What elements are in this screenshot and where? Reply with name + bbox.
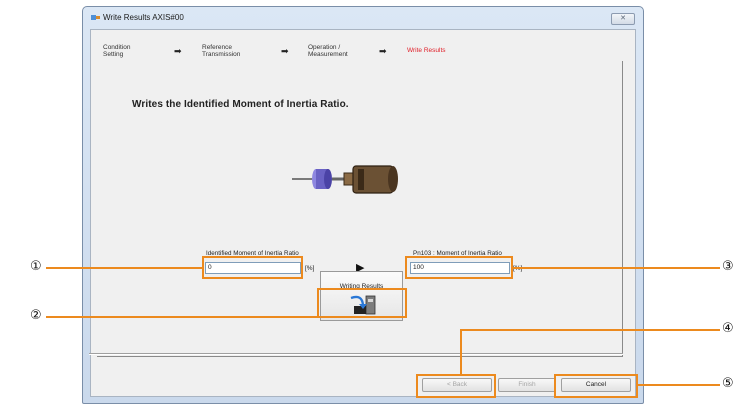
title-bar: Write Results AXIS#00 ✕ [83, 7, 643, 29]
highlight-identified-field [202, 256, 303, 279]
close-icon: ✕ [620, 15, 626, 22]
callout-3: ③ [722, 259, 734, 274]
page-headline: Writes the Identified Moment of Inertia … [132, 99, 349, 110]
step-reference-transmission: Reference Transmission [202, 44, 241, 58]
leader-line-1 [46, 267, 203, 269]
wizard-client-area: Condition Setting ➡ Reference Transmissi… [90, 29, 636, 397]
window-title: Write Results AXIS#00 [103, 13, 184, 22]
close-button[interactable]: ✕ [611, 13, 635, 25]
step-operation-measurement: Operation / Measurement [308, 44, 348, 58]
callout-5: ⑤ [722, 376, 734, 391]
leader-line-2 [46, 316, 318, 318]
finish-button[interactable]: Finish [498, 378, 556, 392]
callout-1: ① [30, 259, 42, 274]
leader-line-5 [637, 384, 720, 386]
leader-line-4-horizontal [460, 329, 720, 331]
app-icon [91, 15, 100, 20]
footer-separator [89, 353, 623, 355]
callout-4: ④ [722, 321, 734, 336]
identified-ratio-unit: [%] [305, 265, 315, 272]
step-write-results: Write Results [407, 47, 446, 54]
highlight-writing-results-button [317, 288, 407, 318]
step-arrow-icon: ➡ [174, 46, 182, 56]
highlight-parameter-field [405, 256, 513, 279]
callout-2: ② [30, 308, 42, 323]
leader-line-4-vertical [460, 329, 462, 375]
highlight-cancel-button [554, 374, 638, 398]
highlight-back-button [416, 374, 496, 398]
step-condition-setting: Condition Setting [103, 44, 131, 58]
write-results-window: Write Results AXIS#00 ✕ Condition Settin… [82, 6, 644, 404]
motor-illustration-icon [292, 165, 398, 194]
leader-line-3 [512, 267, 720, 269]
step-arrow-icon: ➡ [281, 46, 289, 56]
step-arrow-icon: ➡ [379, 46, 387, 56]
